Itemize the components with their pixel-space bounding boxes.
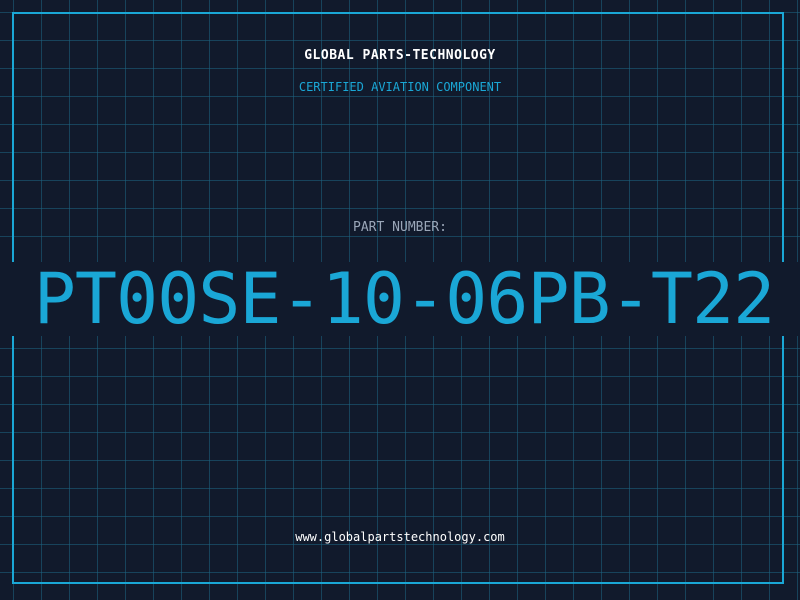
part-number-value: PT00SE-10-06PB-T22 <box>33 262 776 336</box>
website-url: www.globalpartstechnology.com <box>295 530 505 544</box>
part-number-label: PART NUMBER: <box>353 220 447 235</box>
certification-subtitle: CERTIFIED AVIATION COMPONENT <box>298 80 502 94</box>
company-name: GLOBAL PARTS-TECHNOLOGY <box>304 48 496 63</box>
part-number-band: PT00SE-10-06PB-T22 <box>0 262 800 336</box>
